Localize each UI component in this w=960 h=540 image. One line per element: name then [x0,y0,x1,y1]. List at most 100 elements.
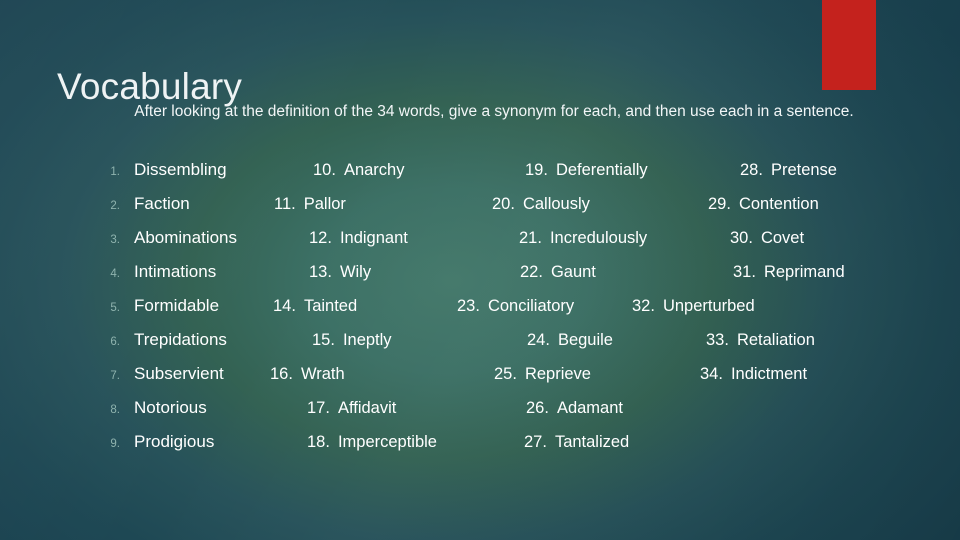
word-number: 20. [492,195,515,213]
word-list-item[interactable]: 24. Beguile [527,328,613,352]
word-number: 31. [733,263,756,281]
word-label: Imperceptible [337,433,437,451]
word-list-item[interactable]: 1. Dissembling [98,158,226,184]
word-list-item[interactable]: 20. Callously [492,192,590,216]
word-number: 19. [525,161,548,179]
word-list-item[interactable]: 11. Pallor [274,192,346,216]
word-list-item[interactable]: 28. Pretense [740,158,837,182]
word-number: 29. [708,195,731,213]
word-number: 15. [312,331,335,349]
word-number: 25. [494,365,517,383]
word-list-item[interactable]: 13. Wily [309,260,371,284]
word-list-item[interactable]: 34. Indictment [700,362,807,386]
word-number: 23. [457,297,480,315]
word-label: Intimations [134,262,217,281]
word-label: Gaunt [550,263,596,281]
word-list-item[interactable]: 32. Unperturbed [632,294,755,318]
word-list-item[interactable]: 27. Tantalized [524,430,629,454]
word-label: Contention [738,195,819,213]
word-list-item[interactable]: 18. Imperceptible [307,430,437,454]
word-list-item[interactable]: 29. Contention [708,192,819,216]
word-list-item[interactable]: 30. Covet [730,226,804,250]
word-row: 3. Abominations 12. Indignant 21. Incredulous… [0,226,960,260]
word-list-item[interactable]: 5. Formidable [98,294,219,320]
word-label: Indignant [339,229,408,247]
word-list-item[interactable]: 16. Wrath [270,362,345,386]
word-list-item[interactable]: 9. Prodigious [98,430,214,456]
word-number: 17. [307,399,330,417]
accent-bar [822,0,876,90]
slide-subtitle: After looking at the definition of the 3… [134,103,854,120]
word-number: 5. [110,302,120,314]
word-label: Trepidations [134,330,227,349]
word-number: 14. [273,297,296,315]
word-list-item[interactable]: 4. Intimations [98,260,216,286]
word-label: Pretense [770,161,837,179]
word-list-item[interactable]: 33. Retaliation [706,328,815,352]
word-list-item[interactable]: 25. Reprieve [494,362,591,386]
word-list-item[interactable]: 2. Faction [98,192,190,218]
word-label: Conciliatory [487,297,575,315]
word-label: Notorious [134,398,207,417]
word-number: 32. [632,297,655,315]
word-label: Prodigious [134,432,215,451]
word-list-item[interactable]: 8. Notorious [98,396,207,422]
word-label: Tantalized [554,433,630,451]
word-number: 18. [307,433,330,451]
word-label: Faction [134,194,190,213]
word-list-item[interactable]: 15. Ineptly [312,328,392,352]
word-number: 33. [706,331,729,349]
word-list-item[interactable]: 14. Tainted [273,294,357,318]
word-number: 27. [524,433,547,451]
word-label: Wrath [300,365,345,383]
word-row: 5. Formidable 14. Tainted 23. Conciliatory 32.… [0,294,960,328]
word-number: 28. [740,161,763,179]
word-label: Beguile [557,331,613,349]
word-label: Formidable [134,296,220,315]
word-label: Adamant [556,399,623,417]
word-list-item[interactable]: 6. Trepidations [98,328,227,354]
word-label: Ineptly [342,331,392,349]
word-label: Affidavit [337,399,397,417]
word-list-item[interactable]: 31. Reprimand [733,260,845,284]
word-number: 11. [274,195,296,213]
word-number: 26. [526,399,549,417]
word-number: 2. [110,200,120,212]
word-label: Reprieve [524,365,591,383]
word-list-item[interactable]: 19. Deferentially [525,158,648,182]
word-label: Abominations [134,228,238,247]
word-label: Indictment [730,365,808,383]
word-list-item[interactable]: 7. Subservient [98,362,224,388]
word-list-item[interactable]: 21. Incredulously [519,226,647,250]
word-list-item[interactable]: 3. Abominations [98,226,237,252]
word-number: 6. [110,336,120,348]
word-number: 21. [519,229,542,247]
word-row: 6. Trepidations 15. Ineptly 24. Beguile 33. Ret… [0,328,960,362]
word-label: Unperturbed [662,297,755,315]
vocabulary-word-grid: 1. Dissembling 10. Anarchy 19. Deferentially 2… [0,158,960,464]
word-label: Pallor [303,195,346,213]
word-number: 13. [309,263,332,281]
slide-canvas: Vocabulary After looking at the definiti… [0,0,960,540]
word-list-item[interactable]: 10. Anarchy [313,158,404,182]
word-number: 8. [110,404,120,416]
word-number: 10. [313,161,336,179]
word-label: Incredulously [549,229,648,247]
word-label: Reprimand [763,263,845,281]
word-list-item[interactable]: 22. Gaunt [520,260,596,284]
word-list-item[interactable]: 23. Conciliatory [457,294,574,318]
word-number: 16. [270,365,293,383]
word-list-item[interactable]: 12. Indignant [309,226,408,250]
word-number: 12. [309,229,332,247]
word-row: 7. Subservient 16. Wrath 25. Reprieve 34. Indic… [0,362,960,396]
word-number: 34. [700,365,723,383]
word-number: 3. [110,234,120,246]
word-label: Subservient [134,364,224,383]
word-label: Deferentially [555,161,648,179]
word-number: 7. [110,370,120,382]
word-list-item[interactable]: 26. Adamant [526,396,623,420]
word-label: Retaliation [736,331,815,349]
word-label: Callously [522,195,590,213]
word-number: 1. [110,166,120,178]
word-list-item[interactable]: 17. Affidavit [307,396,396,420]
